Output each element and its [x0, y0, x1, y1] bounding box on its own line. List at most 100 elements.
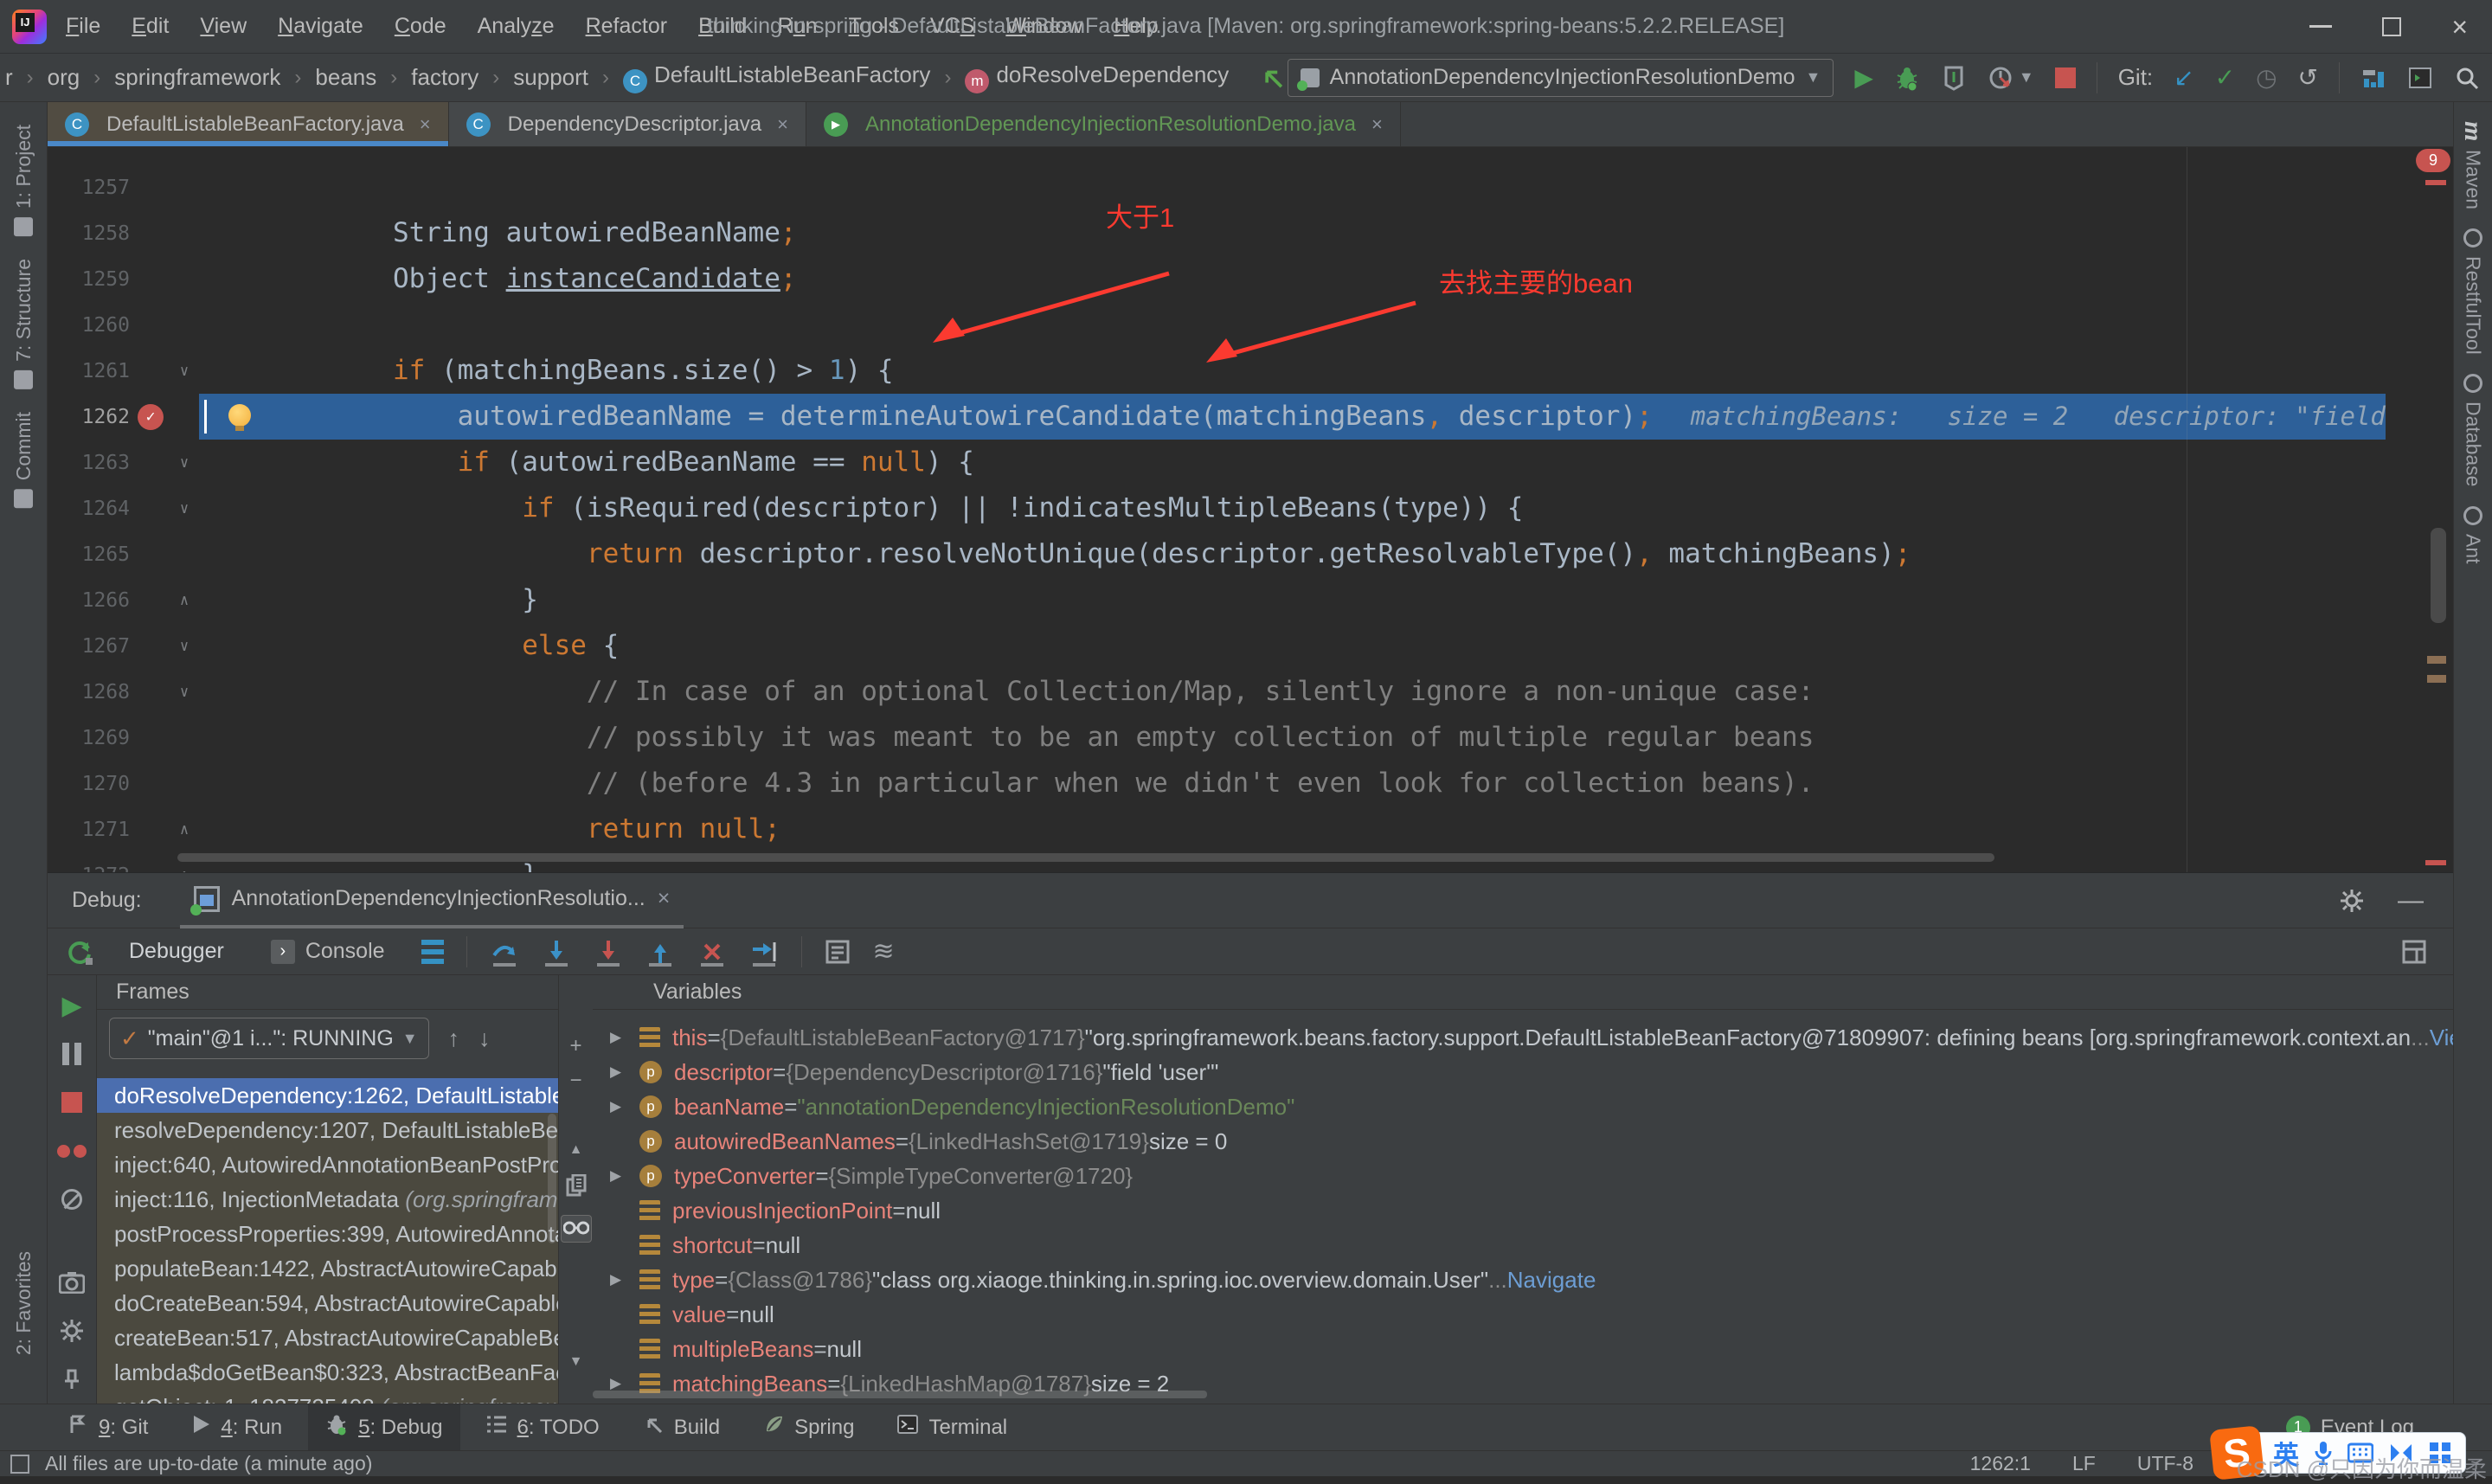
file-encoding[interactable]: UTF-8 [2137, 1452, 2193, 1475]
add-watch-icon[interactable]: + [569, 1036, 581, 1057]
gutter-line[interactable]: 1258 [48, 210, 199, 256]
fold-marker[interactable]: ∧ [171, 821, 197, 838]
variable-link[interactable]: Navigate [1507, 1267, 1596, 1294]
frames-list[interactable]: doResolveDependency:1262, DefaultListabl… [97, 1078, 558, 1404]
expand-arrow-icon[interactable]: ▶ [610, 1375, 639, 1392]
close-icon[interactable]: × [1371, 113, 1383, 136]
breadcrumb-item[interactable]: C DefaultListableBeanFactory [623, 61, 930, 93]
variable-row[interactable]: ▶ type = {Class@1786} "class org.xiaoge.t… [593, 1262, 2453, 1297]
toolwindow-button-terminal[interactable]: Terminal [880, 1404, 1024, 1451]
frame-row[interactable]: doCreateBean:594, AbstractAutowireCapabl… [97, 1286, 558, 1320]
frame-row[interactable]: getObject:-1, 1827725408 (org.springfram… [97, 1390, 558, 1404]
code-line[interactable]: // (before 4.3 in particular when we did… [199, 761, 2386, 806]
variable-row[interactable]: shortcut = null [593, 1228, 2453, 1262]
sidebar-item-favorites[interactable]: 2: Favorites [12, 1251, 35, 1355]
thread-dump-camera-icon[interactable] [57, 1268, 87, 1297]
code-line[interactable]: } [199, 577, 2386, 623]
gutter-line[interactable]: 1260 [48, 302, 199, 348]
code-line[interactable]: autowiredBeanName = determineAutowireCan… [199, 394, 2386, 440]
gutter-line[interactable]: 1267 ∨ [48, 623, 199, 669]
variable-row[interactable]: ▶ p typeConverter = {SimpleTypeConverter@1… [593, 1159, 2453, 1193]
green-select-arrow-icon[interactable] [1258, 62, 1287, 93]
editor-gutter[interactable]: 1257 1258 1259 1260 1261 ∨ 1262 ✓ 1263 ∨ 1264 ∨ 1265… [48, 164, 199, 873]
editor-area[interactable]: 1257 1258 1259 1260 1261 ∨ 1262 ✓ 1263 ∨ 1264 ∨ 1265… [48, 147, 2453, 872]
run-configuration-select[interactable]: AnnotationDependencyInjectionResolutionD… [1287, 58, 1834, 97]
menu-edit[interactable]: Edit [132, 14, 169, 39]
next-frame-arrow-icon[interactable]: ↓ [478, 1025, 491, 1052]
frame-row[interactable]: doResolveDependency:1262, DefaultListabl… [97, 1078, 558, 1113]
variable-row[interactable]: ▶ p descriptor = {DependencyDescriptor@171… [593, 1055, 2453, 1089]
rerun-button[interactable] [65, 937, 94, 967]
code-line[interactable]: if (isRequired(descriptor) || !indicates… [199, 485, 2386, 531]
editor-hscrollbar[interactable] [177, 853, 1994, 862]
trace-stream-icon[interactable]: ≋ [873, 936, 895, 967]
expand-arrow-icon[interactable]: ▶ [610, 1167, 639, 1185]
stop-button[interactable] [57, 1088, 87, 1117]
breadcrumb-item[interactable]: m doResolveDependency [965, 61, 1229, 93]
code-line[interactable]: if (matchingBeans.size() > 1) { [199, 348, 2386, 394]
breadcrumb-item[interactable]: springframework [114, 64, 280, 91]
drop-frame-button[interactable] [697, 937, 727, 967]
minimize-icon[interactable] [2309, 25, 2333, 28]
error-stripe-mark[interactable] [2425, 180, 2446, 185]
evaluate-expression-icon[interactable] [825, 939, 851, 965]
close-icon[interactable]: × [2451, 13, 2468, 41]
frame-row[interactable]: populateBean:1422, AbstractAutowireCapab… [97, 1251, 558, 1286]
breakpoint-icon[interactable]: ✓ [138, 403, 164, 430]
variable-link[interactable]: View [2430, 1025, 2453, 1051]
fold-marker[interactable]: ∨ [171, 638, 197, 655]
close-icon[interactable]: × [658, 886, 671, 911]
breadcrumb-item[interactable]: org [48, 64, 80, 91]
close-icon[interactable]: × [420, 113, 431, 136]
menu-navigate[interactable]: Navigate [278, 14, 363, 39]
variable-row[interactable]: ▶ p beanName = "annotationDependencyInject… [593, 1089, 2453, 1124]
menu-analyze[interactable]: Analyze [478, 14, 555, 39]
maximize-icon[interactable] [2382, 16, 2402, 36]
frame-row[interactable]: resolveDependency:1207, DefaultListableB… [97, 1113, 558, 1147]
gutter-line[interactable]: 1270 [48, 761, 199, 806]
warning-stripe-mark[interactable] [2427, 656, 2446, 664]
code-line[interactable]: Object instanceCandidate; [199, 256, 2386, 302]
frame-row[interactable]: postProcessProperties:399, AutowiredAnno… [97, 1217, 558, 1251]
toolwindow-button-9-git[interactable]: 9: Git [50, 1404, 165, 1451]
thread-selector[interactable]: ✓ "main"@1 i...": RUNNING ▼ [109, 1018, 429, 1059]
code-line[interactable]: return descriptor.resolveNotUnique(descr… [199, 531, 2386, 577]
step-out-button[interactable] [645, 937, 675, 967]
code-line[interactable]: return null; [199, 806, 2386, 852]
pause-button[interactable] [57, 1039, 87, 1069]
code-line[interactable]: // In case of an optional Collection/Map… [199, 669, 2386, 715]
sidebar-item-7-structure[interactable]: 7: Structure [12, 259, 35, 390]
sidebar-item-maven[interactable]: m Maven [2458, 121, 2488, 209]
scroll-up-icon[interactable]: ▲ [569, 1140, 583, 1160]
editor-tab[interactable]: ▶ AnnotationDependencyInjectionResolution… [806, 102, 1401, 146]
expand-arrow-icon[interactable]: ▶ [610, 1271, 639, 1288]
run-button[interactable]: ▶ [1854, 65, 1873, 90]
fold-marker[interactable]: ∨ [171, 363, 197, 380]
debug-button[interactable] [1894, 65, 1920, 91]
resume-button[interactable]: ▶ [57, 991, 87, 1020]
hide-toolwindow-icon[interactable]: — [2398, 886, 2424, 915]
menu-file[interactable]: File [66, 14, 100, 39]
editor-tab[interactable]: C DependencyDescriptor.java × [448, 102, 806, 146]
breadcrumb-item[interactable]: factory [411, 64, 478, 91]
editor-tab[interactable]: C DefaultListableBeanFactory.java × [48, 102, 449, 146]
fold-marker[interactable]: ∧ [171, 592, 197, 609]
frame-row[interactable]: inject:116, InjectionMetadata (org.sprin… [97, 1182, 558, 1217]
force-step-into-button[interactable] [594, 937, 623, 967]
variable-row[interactable]: p autowiredBeanNames = {LinkedHashSet@171… [593, 1124, 2453, 1159]
rollback-button[interactable]: ↺ [2298, 65, 2318, 90]
mute-breakpoints-button[interactable] [57, 1185, 87, 1214]
toolwindow-button-build[interactable]: Build [626, 1404, 737, 1451]
editor-scrollbar-thumb[interactable] [2431, 528, 2446, 623]
step-into-button[interactable] [542, 937, 571, 967]
frame-row[interactable]: lambda$doGetBean$0:323, AbstractBeanFact… [97, 1355, 558, 1390]
intention-bulb-icon[interactable] [228, 404, 251, 431]
variable-row[interactable]: multipleBeans = null [593, 1332, 2453, 1366]
copy-stack-icon[interactable] [566, 1173, 587, 1201]
run-with-coverage-button[interactable] [1941, 65, 1967, 91]
breadcrumb-item[interactable]: beans [315, 64, 376, 91]
gear-icon[interactable] [2339, 888, 2365, 914]
line-separator[interactable]: LF [2072, 1452, 2096, 1475]
expand-arrow-icon[interactable]: ▶ [610, 1029, 639, 1046]
view-breakpoints-button[interactable] [57, 1136, 87, 1166]
